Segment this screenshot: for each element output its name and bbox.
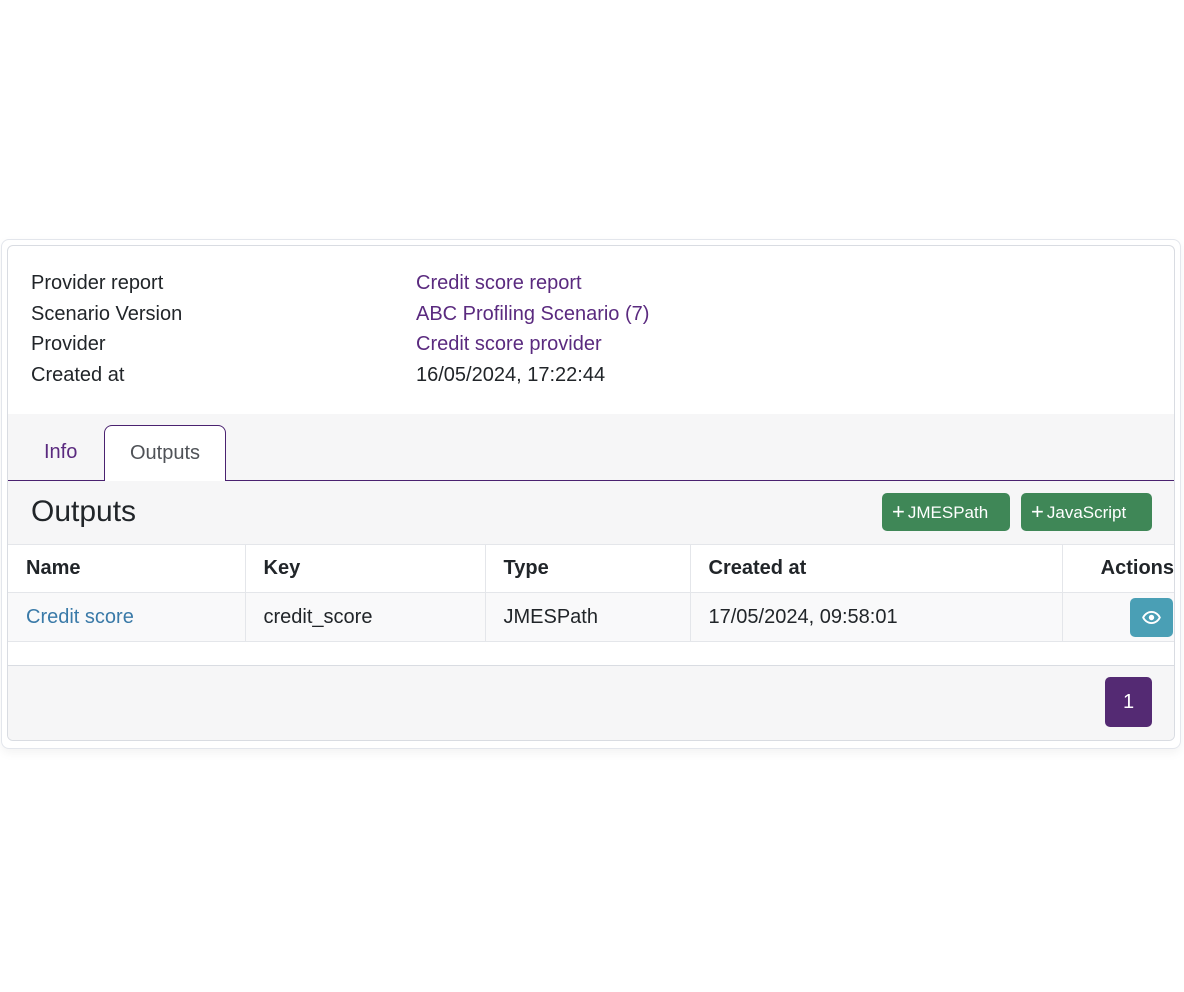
column-header-created-at[interactable]: Created at	[690, 544, 1063, 593]
add-jmespath-label: JMESPath	[907, 503, 989, 522]
detail-label: Provider	[31, 333, 106, 355]
detail-label: Provider report	[31, 272, 164, 294]
provider-report-card: Provider report Credit score report Scen…	[7, 245, 1175, 741]
add-javascript-button[interactable]: + JavaScript	[1021, 493, 1152, 531]
pagination: 1	[8, 665, 1174, 740]
add-jmespath-button[interactable]: + JMESPath	[882, 493, 1010, 531]
outputs-table: Name Key Type Created at Actions Credit …	[8, 544, 1174, 642]
plus-icon: +	[1031, 499, 1044, 524]
cell-created-at: 17/05/2024, 09:58:01	[690, 592, 1063, 642]
scenario-version-link[interactable]: ABC Profiling Scenario (7)	[416, 303, 649, 326]
column-header-type[interactable]: Type	[485, 544, 691, 593]
cell-type: JMESPath	[485, 592, 691, 642]
outputs-header: Outputs + JMESPath + JavaScript	[8, 481, 1174, 544]
column-header-name[interactable]: Name	[8, 544, 246, 593]
output-name-link[interactable]: Credit score	[26, 606, 134, 628]
plus-icon: +	[892, 499, 905, 524]
eye-icon	[1142, 610, 1161, 624]
cell-name: Credit score	[8, 592, 246, 642]
cell-actions	[1062, 592, 1174, 642]
tab-info[interactable]: Info	[44, 441, 77, 464]
detail-label: Scenario Version	[31, 302, 183, 325]
tabs-bar: Info Outputs	[8, 414, 1174, 481]
column-header-key[interactable]: Key	[245, 544, 486, 593]
provider-link[interactable]: Credit score provider	[416, 333, 602, 356]
add-javascript-label: JavaScript	[1046, 503, 1127, 522]
cell-key: credit_score	[245, 592, 486, 642]
view-output-button[interactable]	[1130, 597, 1173, 637]
tab-outputs[interactable]: Outputs	[104, 425, 226, 481]
created-at-value: 16/05/2024, 17:22:44	[416, 363, 606, 386]
column-header-actions: Actions	[1062, 544, 1174, 593]
table-header-row: Name Key Type Created at Actions	[8, 544, 1174, 593]
provider-report-link[interactable]: Credit score report	[416, 272, 582, 295]
page-button-current[interactable]: 1	[1105, 677, 1152, 727]
table-row: Credit score credit_score JMESPath 17/05…	[8, 592, 1174, 642]
detail-label: Created at	[31, 363, 125, 386]
outputs-title: Outputs	[31, 495, 137, 528]
